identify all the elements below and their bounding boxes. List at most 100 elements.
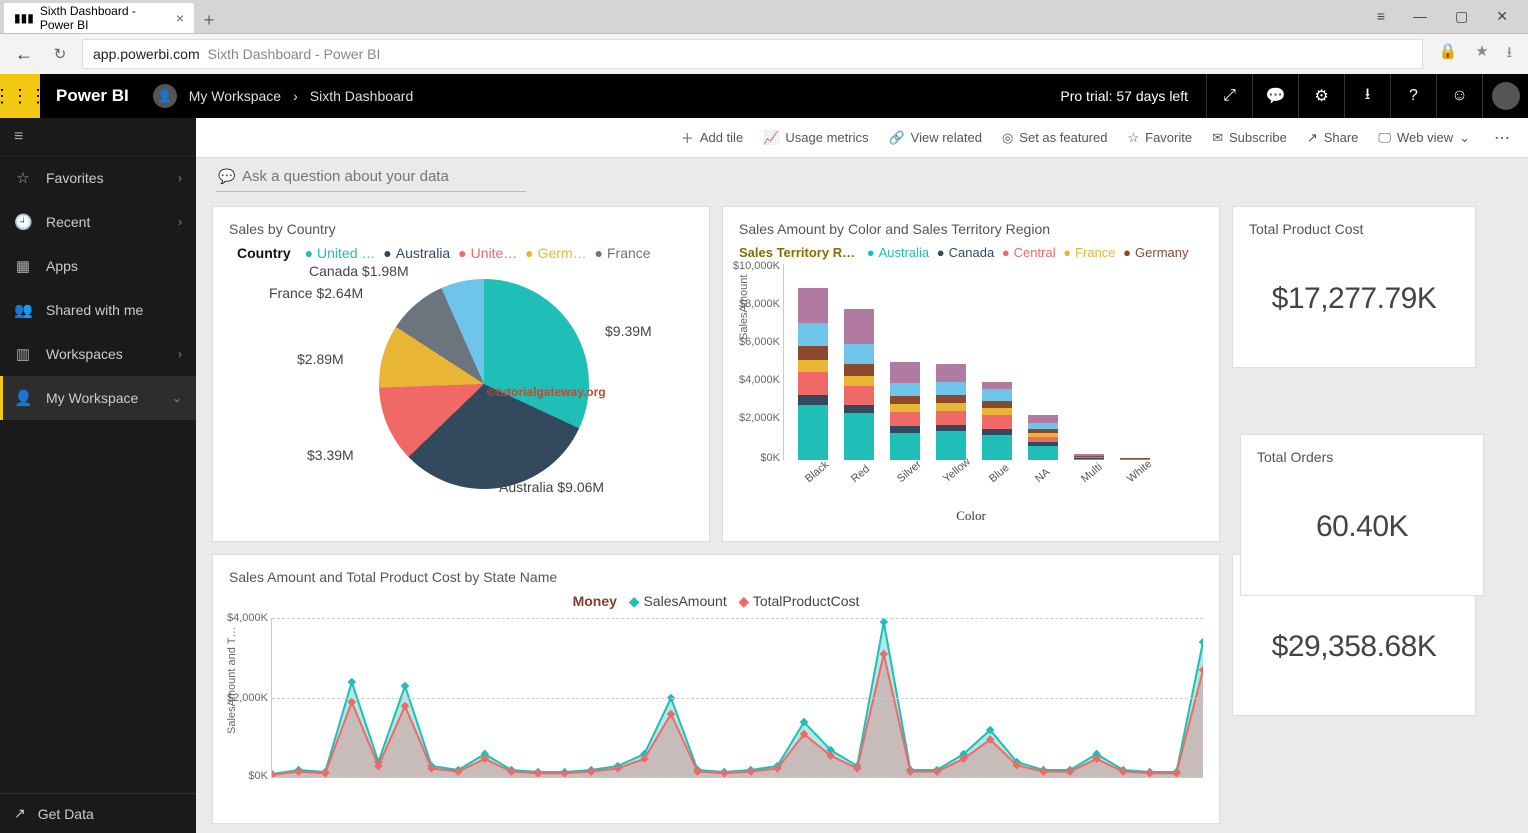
pie-label-france: France $2.64M: [269, 285, 363, 301]
pie-chart: [379, 279, 589, 489]
chevron-right-icon: ›: [293, 88, 298, 104]
url-domain: app.powerbi.com: [93, 46, 200, 62]
qa-input[interactable]: [216, 164, 526, 192]
close-window-icon[interactable]: ✕: [1496, 8, 1508, 25]
tab-title: Sixth Dashboard - Power BI: [40, 4, 170, 32]
pie-label-uk: $3.39M: [307, 447, 354, 463]
apps-icon: ▦: [14, 257, 32, 275]
get-data-label: Get Data: [38, 806, 94, 822]
dashboard-action-bar: ＋Add tile 📈Usage metrics 🔗View related ◎…: [196, 118, 1528, 158]
back-button[interactable]: ←: [10, 44, 38, 65]
add-tile-button[interactable]: ＋Add tile: [681, 128, 743, 147]
sidebar-item-label: Workspaces: [46, 346, 123, 362]
maximize-icon[interactable]: ▢: [1455, 8, 1468, 25]
powerbi-topbar: ⋮⋮⋮ Power BI 👤 My Workspace › Sixth Dash…: [0, 74, 1528, 118]
sidebar-item-label: Apps: [46, 258, 78, 274]
get-data-button[interactable]: ↗ Get Data: [0, 793, 196, 833]
star-icon: ☆: [1127, 130, 1139, 146]
line-chart: SalesAmount and T… $4,000K $2,000K $0K: [271, 618, 1203, 778]
tile-total-product-cost[interactable]: Total Product Cost $17,277.79K: [1232, 206, 1476, 368]
share-icon: ↗: [1307, 130, 1318, 146]
close-icon[interactable]: ×: [176, 10, 184, 26]
lock-icon[interactable]: 🔒: [1439, 42, 1458, 67]
line-ylabel: SalesAmount and T…: [226, 627, 238, 734]
view-related-button[interactable]: 🔗View related: [888, 130, 982, 146]
sidebar-item-label: Recent: [46, 214, 90, 230]
tile-sales-by-color[interactable]: Sales Amount by Color and Sales Territor…: [722, 206, 1220, 542]
hamburger-icon[interactable]: ≡: [0, 118, 196, 156]
pie-label-us: $9.39M: [605, 323, 652, 339]
chevron-right-icon: ›: [178, 171, 182, 185]
smiley-icon[interactable]: ☺: [1436, 74, 1482, 118]
star-icon: ☆: [14, 169, 32, 187]
sidebar-item-my-workspace[interactable]: 👤 My Workspace ⌄: [0, 376, 196, 420]
sidebar-item-recent[interactable]: 🕘 Recent ›: [0, 200, 196, 244]
address-bar: ← ↻ app.powerbi.com Sixth Dashboard - Po…: [0, 34, 1528, 74]
tile-title: Sales by Country: [229, 221, 693, 237]
sidebar-item-shared[interactable]: 👥 Shared with me: [0, 288, 196, 332]
monitor-icon: 🖵: [1378, 130, 1391, 146]
tile-sales-by-country[interactable]: Sales by Country Country United … Austra…: [212, 206, 710, 542]
url-box[interactable]: app.powerbi.com Sixth Dashboard - Power …: [82, 39, 1423, 69]
browser-tab[interactable]: ▮▮▮ Sixth Dashboard - Power BI ×: [4, 3, 194, 33]
bar-chart-icon: ▮▮▮: [14, 11, 34, 25]
pie-label-germany: $2.89M: [297, 351, 344, 367]
sidebar-item-label: Favorites: [46, 170, 104, 186]
tile-total-orders[interactable]: Total Orders 60.40K: [1240, 434, 1484, 596]
share-button[interactable]: ↗Share: [1307, 130, 1359, 146]
user-icon: 👤: [153, 84, 177, 108]
sidebar-item-favorites[interactable]: ☆ Favorites ›: [0, 156, 196, 200]
workspaces-icon: ▥: [14, 345, 32, 363]
sidebar: ≡ ☆ Favorites › 🕘 Recent › ▦ Apps 👥 Shar…: [0, 118, 196, 833]
app-launcher-icon[interactable]: ⋮⋮⋮: [0, 74, 40, 118]
profile-avatar[interactable]: [1482, 74, 1528, 118]
chevron-down-icon: ⌄: [1459, 130, 1470, 146]
new-tab-button[interactable]: +: [194, 7, 224, 33]
bar-legend: Sales Territory R… Australia Canada Cent…: [739, 245, 1203, 260]
browser-tab-strip: ▮▮▮ Sixth Dashboard - Power BI × + ≡ — ▢…: [0, 0, 1528, 34]
fullscreen-icon[interactable]: ⤢: [1206, 74, 1252, 118]
download-icon[interactable]: ⭳: [1344, 74, 1390, 118]
star-icon[interactable]: ★: [1475, 42, 1488, 67]
tile-sales-by-state[interactable]: Sales Amount and Total Product Cost by S…: [212, 554, 1220, 824]
minimize-icon[interactable]: —: [1413, 8, 1427, 25]
menu-icon[interactable]: ≡: [1377, 8, 1385, 25]
chevron-right-icon: ›: [178, 347, 182, 361]
kpi-value: 60.40K: [1257, 473, 1467, 581]
trial-status: Pro trial: 57 days left: [1042, 74, 1206, 118]
user-icon: 👤: [14, 389, 32, 407]
people-icon: 👥: [14, 301, 32, 319]
badge-icon: ◎: [1002, 130, 1013, 146]
sidebar-item-apps[interactable]: ▦ Apps: [0, 244, 196, 288]
link-icon: 🔗: [888, 130, 904, 146]
tile-title: Sales Amount by Color and Sales Territor…: [739, 221, 1203, 237]
download-icon[interactable]: ⭳: [1507, 42, 1512, 67]
bar-xticks: BlackRedSilverYellowBlueNAMultiWhite: [797, 460, 1203, 488]
gear-icon[interactable]: ⚙: [1298, 74, 1344, 118]
plus-icon: ＋: [681, 128, 694, 147]
web-view-button[interactable]: 🖵Web view ⌄: [1378, 130, 1470, 146]
subscribe-button[interactable]: ✉Subscribe: [1212, 130, 1287, 146]
sidebar-item-workspaces[interactable]: ▥ Workspaces ›: [0, 332, 196, 376]
bar-xlabel: Color: [739, 508, 1203, 524]
line-legend: Money ◆ SalesAmount ◆ TotalProductCost: [229, 593, 1203, 610]
favorite-button[interactable]: ☆Favorite: [1127, 130, 1192, 146]
breadcrumb-workspace[interactable]: My Workspace: [189, 88, 281, 104]
arrow-icon: ↗: [14, 805, 26, 822]
comments-icon[interactable]: 💬: [1252, 74, 1298, 118]
usage-metrics-button[interactable]: 📈Usage metrics: [763, 130, 868, 146]
tile-title: Total Product Cost: [1249, 221, 1459, 237]
chart-icon: 📈: [763, 130, 779, 146]
help-icon[interactable]: ?: [1390, 74, 1436, 118]
refresh-button[interactable]: ↻: [48, 45, 72, 63]
kpi-value: $17,277.79K: [1249, 245, 1459, 353]
bar-chart: SalesAmount $10,000K $8,000K $6,000K $4,…: [783, 264, 1203, 460]
breadcrumb-dashboard[interactable]: Sixth Dashboard: [310, 88, 414, 104]
set-featured-button[interactable]: ◎Set as featured: [1002, 130, 1108, 146]
more-options-button[interactable]: ⋯: [1490, 128, 1516, 148]
url-page-title: Sixth Dashboard - Power BI: [208, 46, 381, 62]
sidebar-item-label: My Workspace: [46, 390, 138, 406]
tile-title: Sales Amount and Total Product Cost by S…: [229, 569, 1203, 585]
breadcrumb: 👤 My Workspace › Sixth Dashboard: [145, 74, 414, 118]
clock-icon: 🕘: [14, 213, 32, 231]
